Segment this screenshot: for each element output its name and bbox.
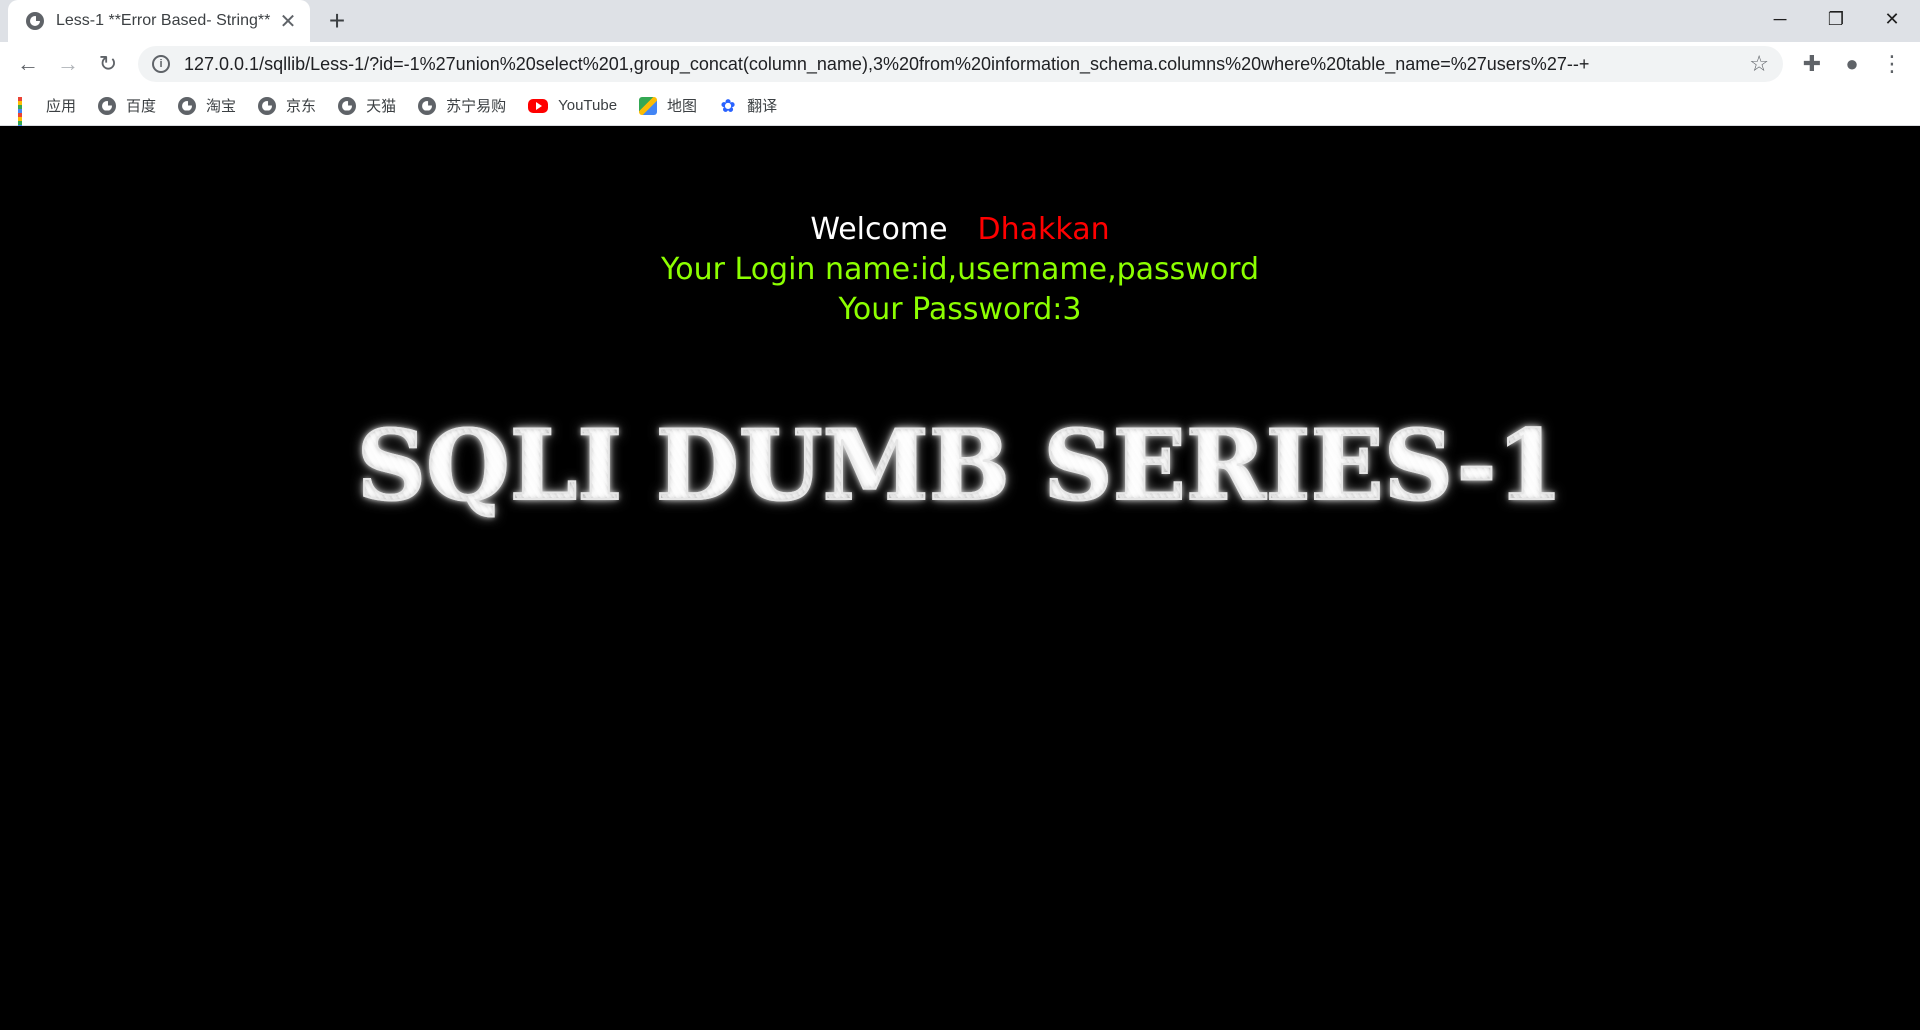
bookmark-tmall[interactable]: 天猫 xyxy=(338,95,396,116)
active-tab[interactable]: Less-1 **Error Based- String** ✕ xyxy=(8,0,310,42)
welcome-name: Dhakkan xyxy=(977,212,1110,247)
bookmark-suning[interactable]: 苏宁易购 xyxy=(418,95,506,116)
bookmark-label: YouTube xyxy=(558,97,618,114)
series-banner: SQLI DUMB SERIES-1 xyxy=(0,408,1920,523)
forward-button[interactable]: → xyxy=(48,44,88,84)
welcome-label: Welcome xyxy=(810,212,948,247)
address-bar[interactable]: i 127.0.0.1/sqllib/Less-1/?id=-1%27union… xyxy=(138,46,1783,82)
close-window-button[interactable]: ✕ xyxy=(1864,0,1920,38)
bookmark-label: 地图 xyxy=(667,98,698,115)
globe-icon xyxy=(178,96,197,115)
bookmark-label: 翻译 xyxy=(747,98,778,115)
new-tab-button[interactable]: + xyxy=(322,6,352,36)
bookmark-star-icon[interactable]: ☆ xyxy=(1749,51,1769,77)
globe-icon xyxy=(26,12,44,30)
maps-icon xyxy=(639,96,658,115)
bookmark-taobao[interactable]: 淘宝 xyxy=(178,95,236,116)
site-info-icon[interactable]: i xyxy=(152,55,170,73)
bookmark-label: 应用 xyxy=(46,98,77,115)
tab-strip: Less-1 **Error Based- String** ✕ + ─ ❐ ✕ xyxy=(0,0,1920,42)
back-button[interactable]: ← xyxy=(8,44,48,84)
minimize-button[interactable]: ─ xyxy=(1752,0,1808,38)
window-controls: ─ ❐ ✕ xyxy=(1752,0,1920,42)
globe-icon xyxy=(418,96,437,115)
bookmark-maps[interactable]: 地图 xyxy=(639,95,697,116)
youtube-icon xyxy=(528,98,549,113)
bookmark-label: 苏宁易购 xyxy=(446,98,507,115)
restore-button[interactable]: ❐ xyxy=(1808,0,1864,38)
bookmark-youtube[interactable]: YouTube xyxy=(528,97,617,114)
bookmark-label: 天猫 xyxy=(366,98,397,115)
extensions-icon[interactable]: ✚ xyxy=(1792,44,1832,84)
bookmark-apps[interactable]: 应用 xyxy=(18,95,77,133)
login-name-line: Your Login name:id,username,password xyxy=(660,252,1260,287)
apps-grid-icon xyxy=(18,96,36,133)
bookmark-label: 淘宝 xyxy=(206,98,237,115)
result-message: Welcome Dhakkan Your Login name:id,userna… xyxy=(0,210,1920,330)
bookmark-jd[interactable]: 京东 xyxy=(258,95,316,116)
translate-icon: ✿ xyxy=(720,95,736,116)
globe-icon xyxy=(338,96,357,115)
url-text[interactable]: 127.0.0.1/sqllib/Less-1/?id=-1%27union%2… xyxy=(184,54,1749,75)
page-content: Welcome Dhakkan Your Login name:id,userna… xyxy=(0,126,1920,1030)
tab-title: Less-1 **Error Based- String** xyxy=(56,12,271,29)
toolbar-actions: ✚ ● ⋮ xyxy=(1792,44,1912,84)
reload-button[interactable]: ↻ xyxy=(88,44,128,84)
welcome-line: Welcome Dhakkan xyxy=(0,210,1920,250)
bookmark-label: 京东 xyxy=(286,98,317,115)
globe-icon xyxy=(258,96,277,115)
browser-toolbar: ← → ↻ i 127.0.0.1/sqllib/Less-1/?id=-1%2… xyxy=(0,42,1920,86)
close-tab-icon[interactable]: ✕ xyxy=(278,9,298,34)
menu-kebab-icon[interactable]: ⋮ xyxy=(1872,44,1912,84)
bookmark-label: 百度 xyxy=(126,98,157,115)
password-line: Your Password:3 xyxy=(838,292,1082,327)
bookmarks-bar: 应用 百度 淘宝 京东 天猫 苏宁易购 YouTube 地图 ✿ 翻译 xyxy=(0,86,1920,133)
globe-icon xyxy=(98,96,117,115)
profile-avatar-icon[interactable]: ● xyxy=(1832,44,1872,84)
bookmark-translate[interactable]: ✿ 翻译 xyxy=(719,95,778,116)
bookmark-baidu[interactable]: 百度 xyxy=(98,95,156,116)
